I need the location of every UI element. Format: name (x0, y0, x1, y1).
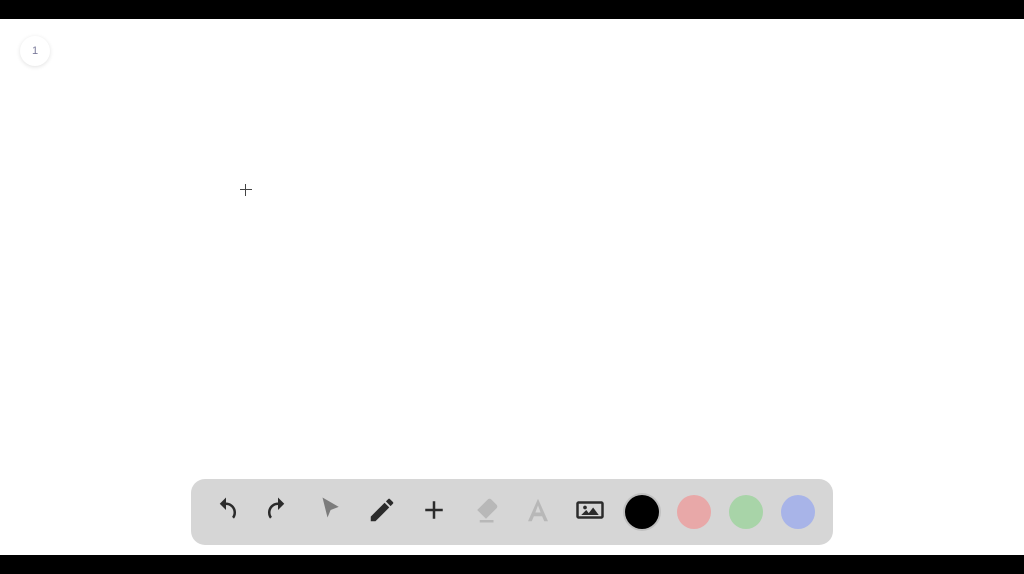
color-swatch-red[interactable] (677, 495, 711, 529)
color-swatch-black[interactable] (625, 495, 659, 529)
image-icon (575, 495, 605, 530)
text-tool-button[interactable] (521, 495, 555, 529)
pencil-tool-button[interactable] (365, 495, 399, 529)
eraser-icon (471, 495, 501, 530)
pointer-icon (315, 495, 345, 530)
pencil-icon (367, 495, 397, 530)
page-number-badge[interactable]: 1 (20, 36, 50, 66)
color-swatch-green[interactable] (729, 495, 763, 529)
add-tool-button[interactable] (417, 495, 451, 529)
plus-icon (419, 495, 449, 530)
pointer-tool-button[interactable] (313, 495, 347, 529)
redo-icon (263, 495, 293, 530)
canvas-area[interactable] (0, 19, 1024, 555)
redo-button[interactable] (261, 495, 295, 529)
image-tool-button[interactable] (573, 495, 607, 529)
eraser-tool-button[interactable] (469, 495, 503, 529)
page-number-label: 1 (32, 45, 38, 57)
undo-button[interactable] (209, 495, 243, 529)
text-icon (523, 495, 553, 530)
toolbar (191, 479, 833, 545)
undo-icon (211, 495, 241, 530)
color-swatch-blue[interactable] (781, 495, 815, 529)
